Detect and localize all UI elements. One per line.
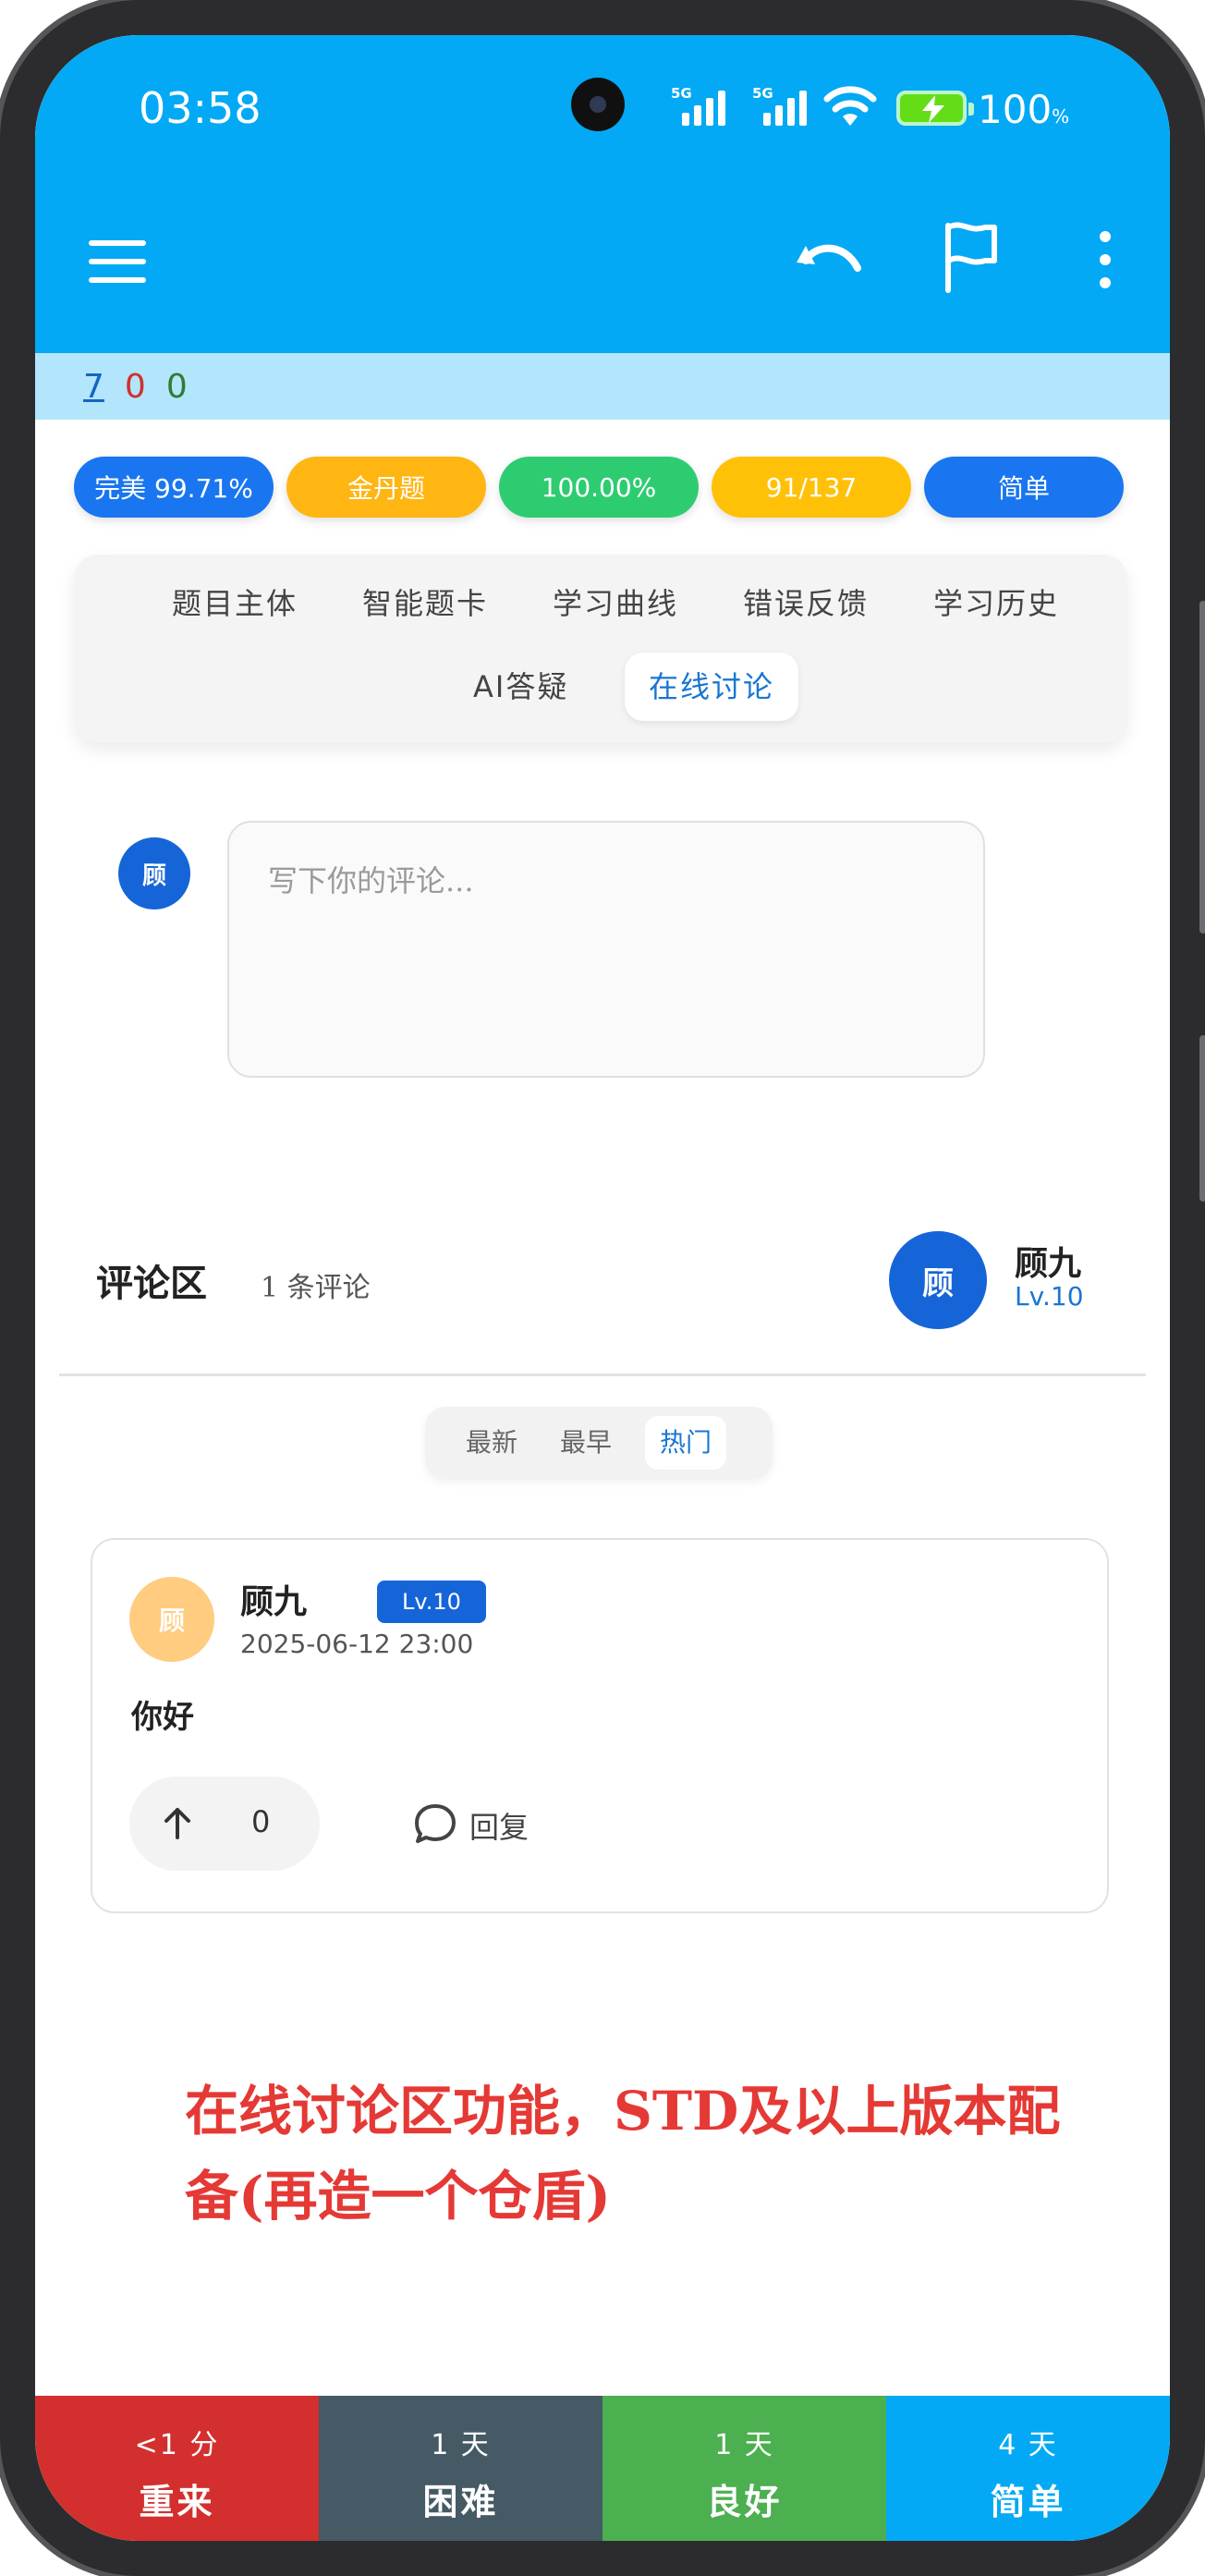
- reply-label: 回复: [469, 1810, 529, 1845]
- comment-text: 你好: [131, 1699, 194, 1736]
- divider: [59, 1373, 1146, 1376]
- tab-online-discussion[interactable]: 在线讨论: [625, 653, 799, 721]
- tab-smart-card[interactable]: 智能题卡: [338, 569, 512, 638]
- tab-error-feedback[interactable]: 错误反馈: [719, 569, 893, 638]
- comment-card: 顾 顾九 Lv.10 2025-06-12 23:00 你好 0 回复: [91, 1538, 1109, 1913]
- menu-button[interactable]: [89, 237, 153, 288]
- comment-count: 1 条评论: [261, 1272, 371, 1304]
- phone-screen: 03:58 5G 5G 100% 7 0 0 完美 99.71% 金丹题 100…: [35, 35, 1170, 2541]
- volume-button: [1199, 601, 1205, 934]
- sort-oldest[interactable]: 最早: [545, 1416, 627, 1470]
- signal-indicators: 5G 5G: [671, 85, 815, 126]
- phone-frame: 03:58 5G 5G 100% 7 0 0 完美 99.71% 金丹题 100…: [0, 0, 1205, 2576]
- chat-bubble-icon: [415, 1804, 456, 1843]
- count-learning: 0: [124, 367, 146, 406]
- answer-label: 简单: [990, 2482, 1066, 2522]
- section-title: 评论区: [96, 1263, 207, 1305]
- user-level: Lv.10: [1015, 1281, 1084, 1312]
- battery-icon: [896, 91, 974, 126]
- answer-interval: 1 天: [431, 2429, 491, 2461]
- wifi-icon: [823, 86, 877, 126]
- answer-interval: <1 分: [134, 2429, 220, 2461]
- reply-button[interactable]: 回复: [412, 1795, 578, 1854]
- avatar[interactable]: 顾: [129, 1577, 214, 1662]
- tab-learning-history[interactable]: 学习历史: [909, 569, 1083, 638]
- tab-learning-curve[interactable]: 学习曲线: [529, 569, 702, 638]
- tab-ai-qa[interactable]: AI答疑: [449, 653, 592, 721]
- feature-annotation: 在线讨论区功能，STD及以上版本配备(再造一个仓盾): [185, 2080, 1061, 2228]
- count-new[interactable]: 7: [83, 368, 104, 406]
- sort-newest[interactable]: 最新: [451, 1416, 532, 1470]
- answer-again-button[interactable]: <1 分 重来: [35, 2396, 319, 2541]
- sort-switch: 最新 最早 热门: [425, 1407, 773, 1479]
- answer-interval: 1 天: [714, 2429, 774, 2461]
- app-bar: 03:58 5G 5G 100%: [35, 35, 1170, 353]
- avatar: 顾: [118, 837, 190, 910]
- comment-input[interactable]: [227, 821, 985, 1078]
- stat-pills: 完美 99.71% 金丹题 100.00% 91/137 简单: [74, 457, 1124, 518]
- pill-difficulty: 简单: [924, 457, 1124, 518]
- answer-hard-button[interactable]: 1 天 困难: [319, 2396, 602, 2541]
- signal-icon: 5G: [752, 85, 815, 126]
- answer-label: 重来: [139, 2482, 215, 2522]
- tab-question-body[interactable]: 题目主体: [148, 569, 322, 638]
- undo-icon[interactable]: [791, 226, 865, 290]
- user-avatar[interactable]: 顾: [889, 1231, 987, 1329]
- flag-icon[interactable]: [939, 220, 1004, 294]
- pill-mastery: 完美 99.71%: [74, 457, 274, 518]
- level-badge: Lv.10: [377, 1581, 486, 1623]
- pill-progress: 91/137: [712, 457, 911, 518]
- tab-bar: 题目主体 智能题卡 学习曲线 错误反馈 学习历史 AI答疑 在线讨论: [74, 555, 1127, 743]
- power-button: [1199, 1035, 1205, 1202]
- pill-accuracy: 100.00%: [499, 457, 699, 518]
- sort-popular[interactable]: 热门: [645, 1416, 727, 1470]
- pill-rank: 金丹题: [286, 457, 486, 518]
- battery-percent: 100%: [978, 87, 1070, 132]
- answer-label: 良好: [706, 2482, 783, 2522]
- like-button[interactable]: 0: [129, 1776, 320, 1871]
- comment-author: 顾九: [240, 1583, 308, 1621]
- user-name: 顾九: [1015, 1245, 1082, 1283]
- answer-interval: 4 天: [998, 2429, 1058, 2461]
- arrow-up-icon: [164, 1808, 190, 1839]
- count-review: 0: [165, 367, 188, 406]
- comment-time: 2025-06-12 23:00: [240, 1629, 474, 1659]
- status-time: 03:58: [139, 83, 262, 133]
- count-strip: 7 0 0: [35, 353, 1170, 420]
- answer-good-button[interactable]: 1 天 良好: [602, 2396, 886, 2541]
- signal-icon: 5G: [671, 85, 734, 126]
- like-count: 0: [251, 1804, 271, 1839]
- camera-cutout: [571, 78, 625, 131]
- answer-easy-button[interactable]: 4 天 简单: [886, 2396, 1170, 2541]
- more-vert-icon[interactable]: [1087, 227, 1124, 292]
- answer-label: 困难: [422, 2482, 499, 2522]
- answer-buttons: <1 分 重来 1 天 困难 1 天 良好 4 天 简单: [35, 2396, 1170, 2541]
